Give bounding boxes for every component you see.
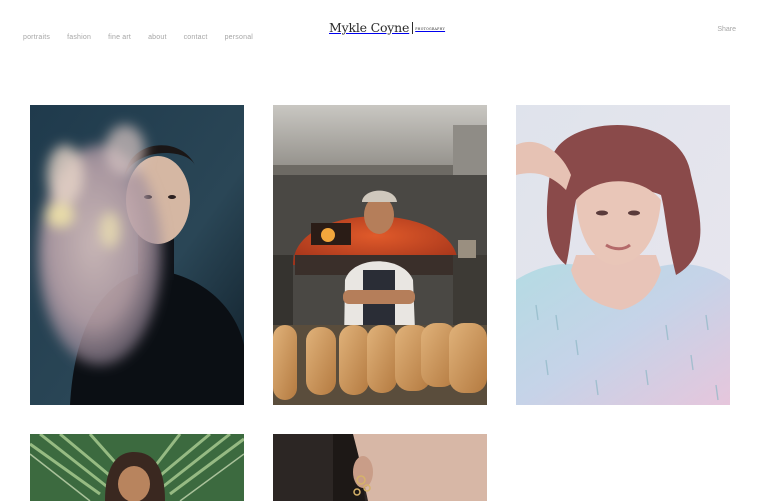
nav-item-fine-art: fine art: [108, 26, 131, 44]
photo-baker-oven: [273, 105, 487, 405]
share-button[interactable]: Share: [717, 26, 736, 33]
gallery-photo-1[interactable]: [30, 105, 244, 405]
nav-item-about: about: [148, 26, 167, 44]
nav-item-personal: personal: [225, 26, 253, 44]
gallery-photo-4[interactable]: [30, 434, 244, 501]
nav-link-about[interactable]: about: [148, 34, 167, 41]
nav-item-contact: contact: [184, 26, 208, 44]
nav-link-portraits[interactable]: portraits: [23, 34, 50, 41]
gallery-photo-2[interactable]: [273, 105, 487, 405]
gallery-photo-3[interactable]: [516, 105, 730, 405]
nav-link-personal[interactable]: personal: [225, 34, 253, 41]
photo-woman-sequins: [516, 105, 730, 405]
nav-link-fine-art[interactable]: fine art: [108, 34, 131, 41]
main-nav: portraits fashion fine art about contact…: [23, 26, 253, 44]
gallery-photo-5[interactable]: [273, 434, 487, 501]
nav-link-contact[interactable]: contact: [184, 34, 208, 41]
nav-item-portraits: portraits: [23, 26, 50, 44]
logo-name: Mykle Coyne: [329, 20, 410, 35]
logo-tagline: PHOTOGRAPHY: [415, 26, 446, 31]
nav-link-fashion[interactable]: fashion: [67, 34, 91, 41]
page: portraits fashion fine art about contact…: [0, 0, 760, 501]
nav-item-fashion: fashion: [67, 26, 91, 44]
logo-divider: [412, 21, 414, 34]
photo-man-palms: [30, 434, 244, 501]
photo-man-turtleneck: [30, 105, 244, 405]
site-logo[interactable]: Mykle Coyne PHOTOGRAPHY: [329, 20, 445, 35]
photo-woman-earrings: [273, 434, 487, 501]
